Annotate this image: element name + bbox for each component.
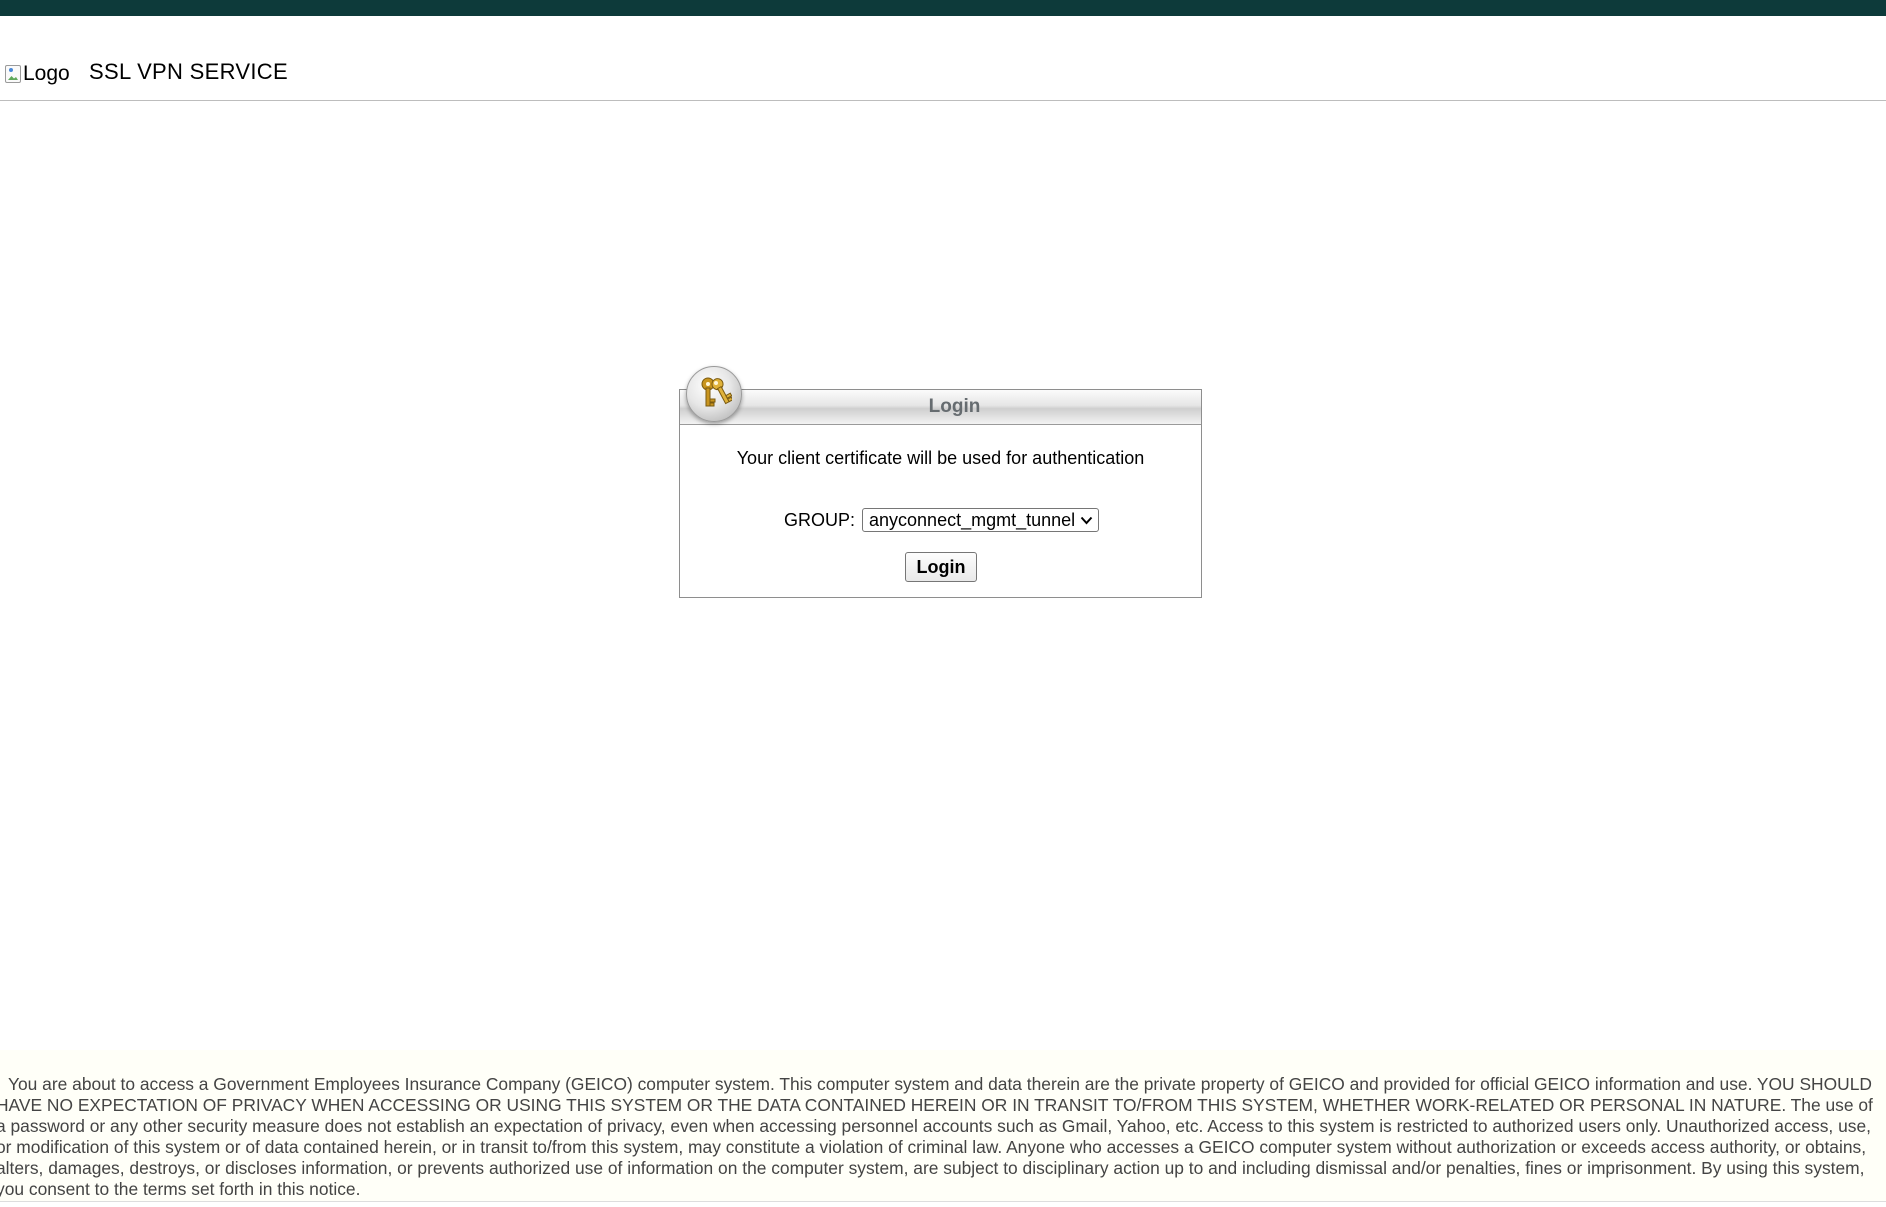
group-select-value: anyconnect_mgmt_tunnel <box>869 509 1076 530</box>
top-color-bar <box>0 0 1886 16</box>
auth-message: Your client certificate will be used for… <box>736 448 1145 468</box>
login-panel: Login Your client certificate will be us… <box>679 389 1202 598</box>
group-label: GROUP: <box>784 509 856 530</box>
logo-alt-text: Logo <box>23 62 70 85</box>
keys-icon <box>686 366 742 422</box>
legal-disclaimer: You are about to access a Government Emp… <box>0 1050 1886 1202</box>
group-select[interactable]: anyconnect_mgmt_tunnel <box>862 508 1100 532</box>
chevron-down-icon <box>1080 513 1093 528</box>
page: Logo SSL VPN SERVICE Login Your client c… <box>0 0 1886 1207</box>
logo: Logo <box>5 62 70 86</box>
disclaimer-text: You are about to access a Government Emp… <box>0 1074 1873 1199</box>
header: Logo SSL VPN SERVICE <box>0 16 1886 101</box>
app-title: SSL VPN SERVICE <box>89 59 288 84</box>
login-panel-header: Login <box>680 390 1201 425</box>
login-button[interactable]: Login <box>905 552 977 582</box>
group-row: GROUP: anyconnect_mgmt_tunnel <box>784 508 1100 532</box>
broken-image-icon <box>5 65 21 83</box>
login-title: Login <box>928 396 981 417</box>
